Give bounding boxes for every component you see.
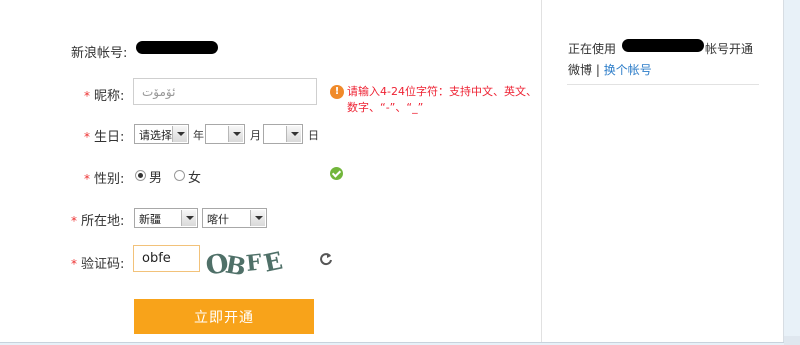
gender-male-label: 男 [149, 171, 163, 186]
birthday-label-text: 生日: [94, 130, 125, 145]
using-account-prefix: 正在使用 [568, 42, 617, 56]
birth-month-select[interactable] [205, 124, 245, 144]
required-mark: * [84, 172, 90, 186]
nickname-label: * 昵称: [84, 85, 124, 104]
required-mark: * [71, 257, 77, 271]
chevron-down-icon [250, 210, 265, 226]
sina-account-label: 新浪帐号: [71, 46, 128, 61]
scroll-corner [784, 336, 800, 345]
province-select[interactable]: 新疆 [134, 208, 198, 228]
chevron-down-icon [286, 126, 301, 142]
gender-label: * 性别: [84, 168, 124, 187]
weibo-label: 微博 | 换个帐号 [568, 61, 652, 78]
gender-female-radio[interactable] [174, 170, 185, 181]
location-label-text: 所在地: [81, 214, 125, 229]
birth-year-value: 请选择 [139, 129, 172, 142]
captcha-glyph-e: E [261, 246, 285, 278]
day-unit: 日 [308, 129, 319, 142]
birthday-label: * 生日: [84, 126, 124, 145]
nickname-label-text: 昵称: [94, 89, 125, 104]
birth-year-select[interactable]: 请选择 [134, 124, 189, 144]
refresh-icon[interactable] [319, 252, 333, 266]
required-mark: * [84, 130, 90, 144]
weibo-text: 微博 [568, 63, 593, 77]
switch-account-link[interactable]: 换个帐号 [604, 63, 652, 77]
gender-label-text: 性别: [94, 172, 125, 187]
captcha-label-text: 验证码: [81, 257, 125, 272]
birth-day-select[interactable] [263, 124, 303, 144]
chevron-down-icon [228, 126, 243, 142]
redacted-account [136, 41, 218, 54]
province-value: 新疆 [139, 213, 161, 226]
location-label: * 所在地: [71, 210, 124, 229]
required-mark: * [71, 214, 77, 228]
sidebar-divider [567, 84, 759, 85]
captcha-input[interactable] [133, 245, 200, 272]
captcha-glyph-f: F [245, 249, 264, 277]
side-divider [541, 0, 542, 342]
month-unit: 月 [250, 129, 261, 142]
chevron-down-icon [181, 210, 196, 226]
bottom-border [0, 342, 784, 343]
city-select[interactable]: 喀什 [202, 208, 267, 228]
captcha-label: * 验证码: [71, 253, 124, 272]
year-unit: 年 [193, 129, 204, 142]
nickname-tip-line2: 数字、“-”、“_” [347, 101, 424, 114]
captcha-image[interactable]: O B F E [204, 246, 292, 280]
gender-male-radio[interactable] [135, 170, 146, 181]
separator: | [595, 63, 600, 77]
activate-button[interactable]: 立即开通 [134, 299, 314, 334]
redacted-side-account [622, 39, 704, 52]
city-value: 喀什 [207, 213, 229, 226]
check-icon [330, 167, 343, 180]
nickname-input[interactable] [133, 78, 317, 105]
chevron-down-icon [172, 126, 187, 142]
gender-female-label: 女 [188, 171, 202, 186]
required-mark: * [84, 89, 90, 103]
warning-icon: ! [330, 85, 344, 99]
using-account-suffix: 帐号开通 [705, 42, 754, 56]
nickname-tip: 请输入4-24位字符：支持中文、英文、 [347, 85, 537, 98]
